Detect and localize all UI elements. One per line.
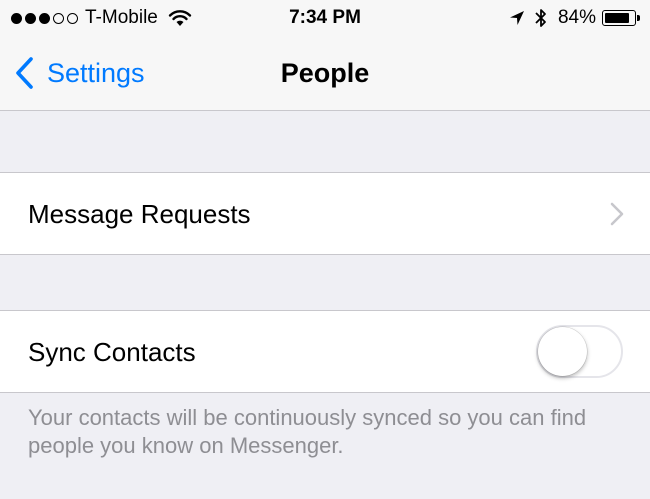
sync-contacts-row: Sync Contacts bbox=[0, 310, 650, 393]
battery-icon bbox=[602, 10, 640, 26]
location-icon bbox=[509, 11, 524, 25]
message-requests-row[interactable]: Message Requests bbox=[0, 172, 650, 255]
sync-contacts-footer: Your contacts will be continuously synce… bbox=[28, 405, 587, 458]
toggle-knob bbox=[538, 327, 587, 376]
status-bar-right: 84% bbox=[509, 7, 640, 29]
battery-level-fill bbox=[605, 13, 629, 23]
page-title: People bbox=[280, 58, 370, 88]
message-requests-label: Message Requests bbox=[28, 199, 251, 229]
battery-nub bbox=[637, 15, 640, 21]
bluetooth-icon bbox=[535, 9, 546, 27]
chevron-right-icon bbox=[610, 202, 624, 226]
sync-contacts-toggle[interactable] bbox=[536, 325, 623, 378]
navigation-bar: Settings People bbox=[0, 38, 650, 111]
sync-contacts-label: Sync Contacts bbox=[28, 337, 196, 367]
screen: T-Mobile 7:34 PM 84% Settings People Mes… bbox=[0, 0, 650, 499]
battery-percentage: 84% bbox=[557, 7, 596, 28]
status-bar: T-Mobile 7:34 PM 84% bbox=[0, 0, 650, 38]
